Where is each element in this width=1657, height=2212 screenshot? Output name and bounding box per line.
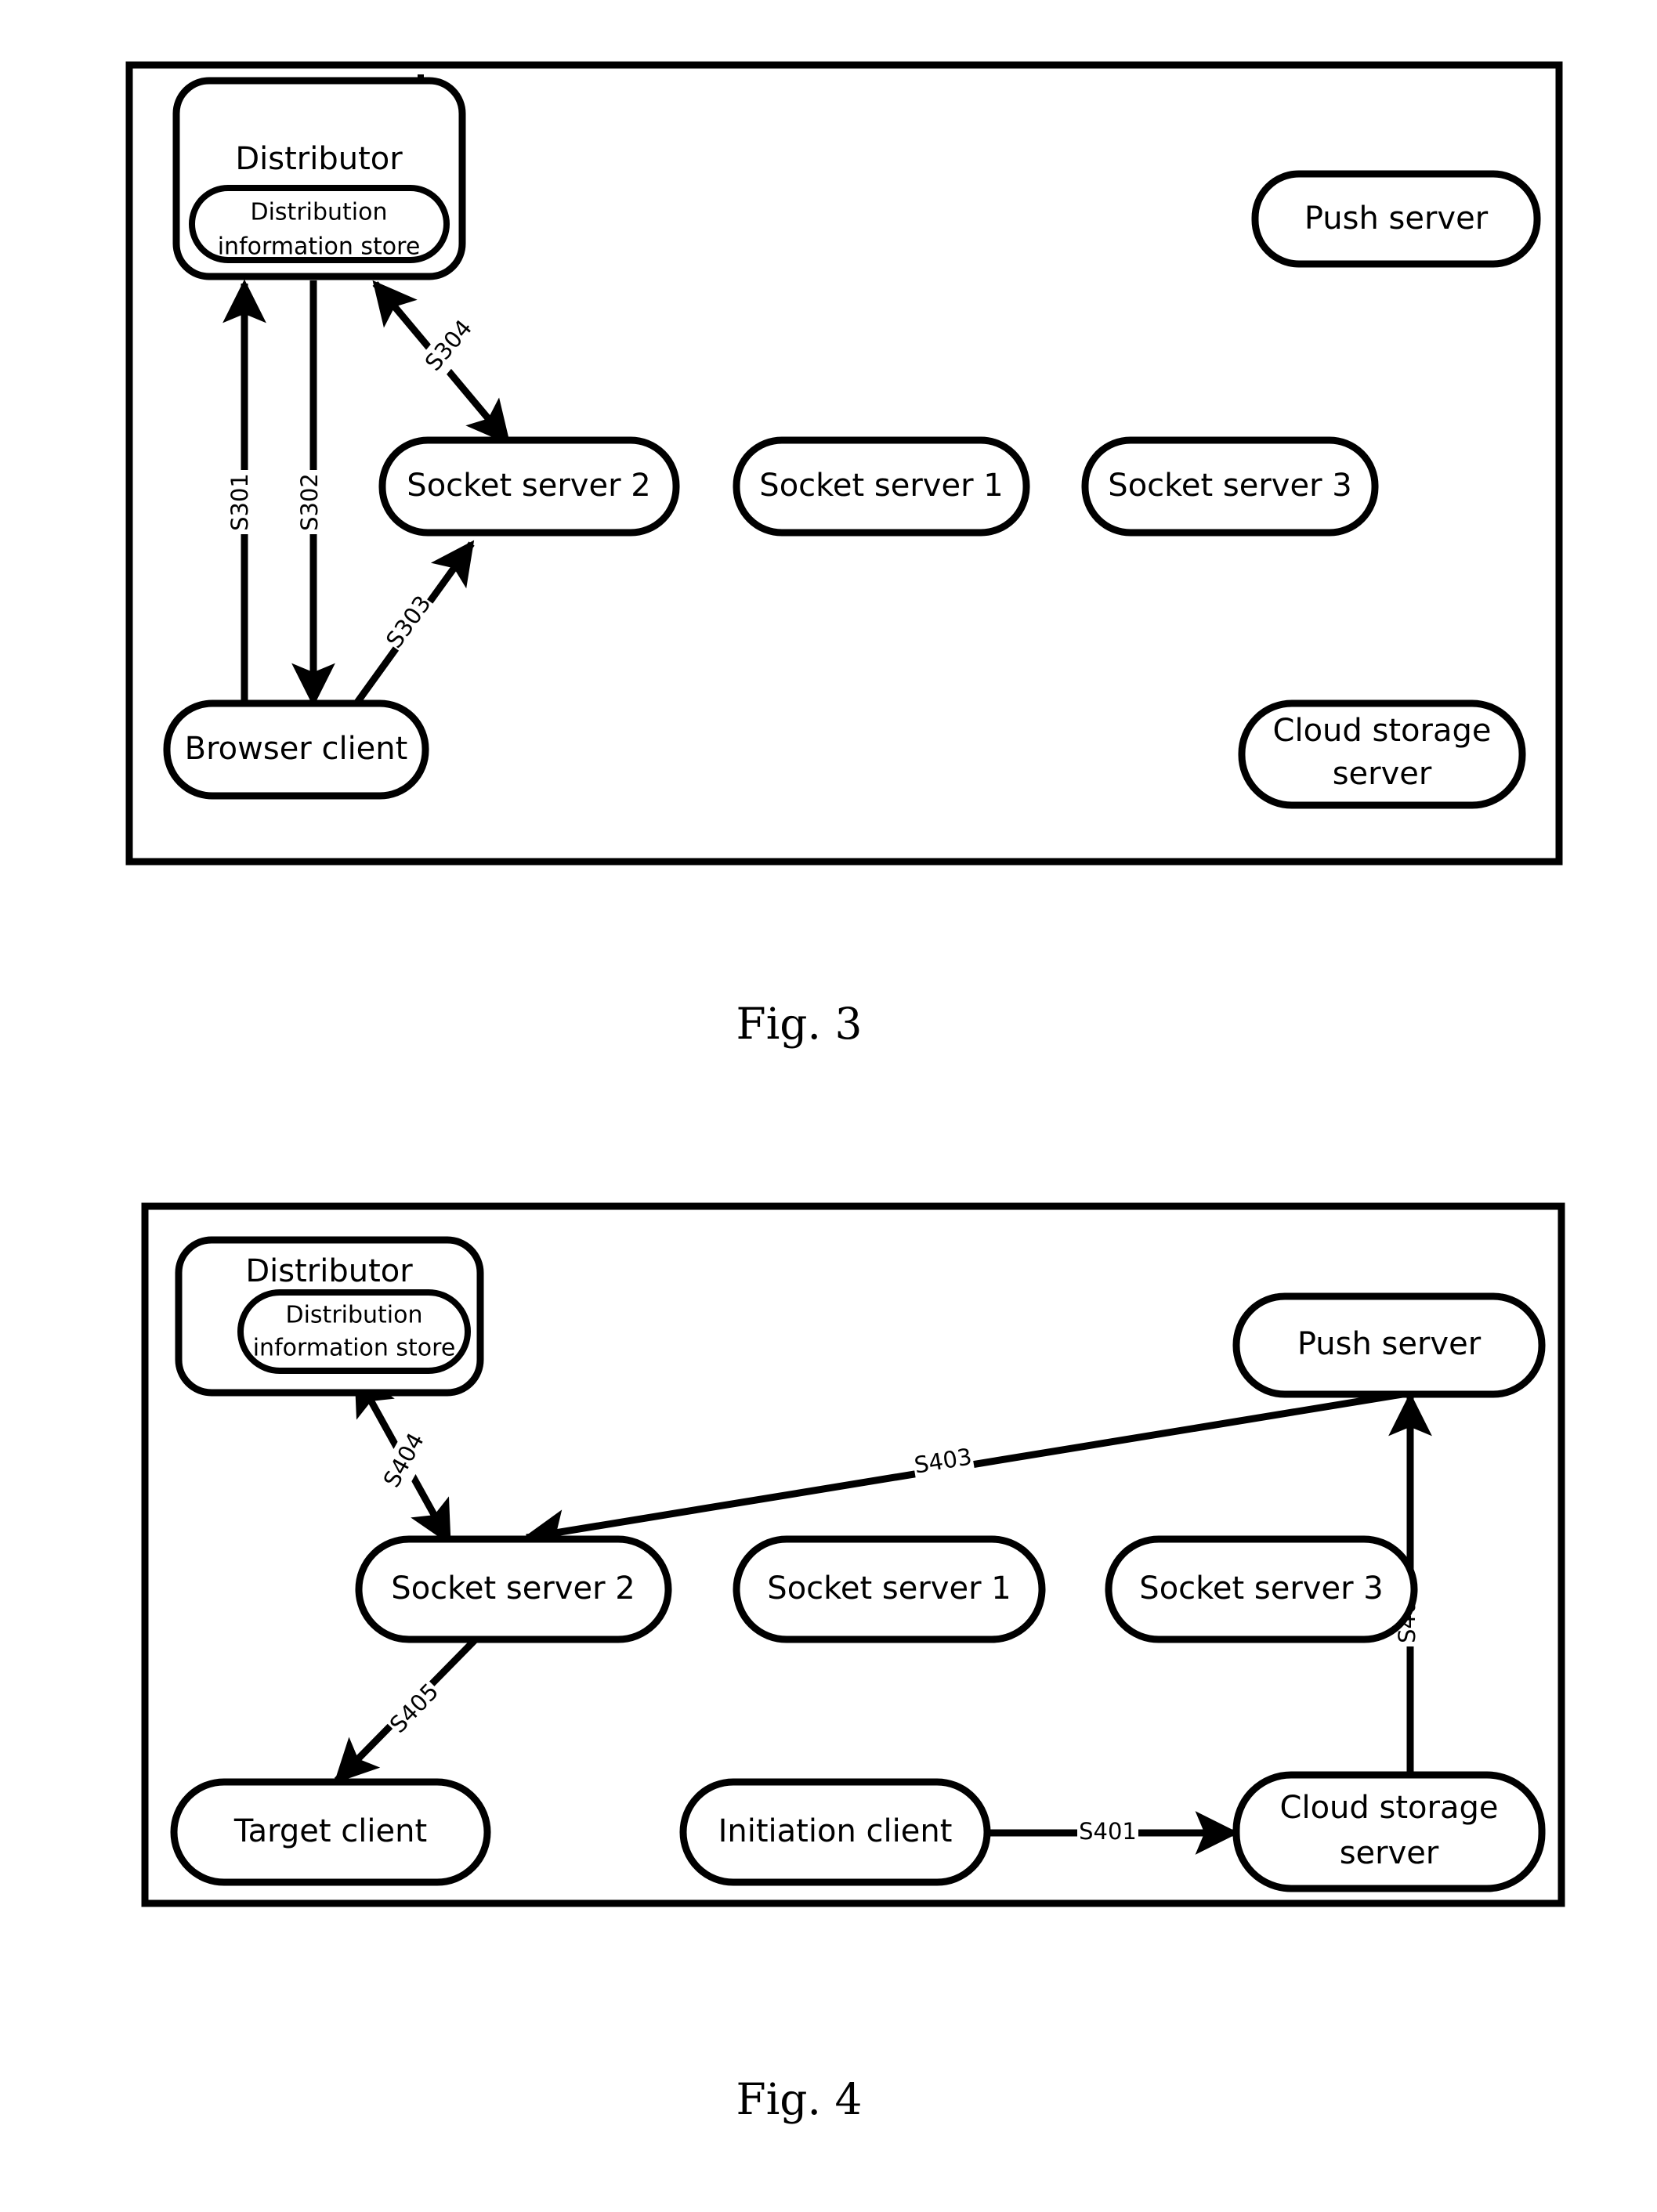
fig3-node-cloud-storage-server[interactable]: Cloud storage server [1238,699,1526,809]
fig4-node-target-client[interactable]: Target client [170,1778,491,1886]
fig3-distribution-information-store-label-line1: Distribution [250,199,387,226]
fig3-node-browser-client[interactable]: Browser client [163,699,429,800]
figure-3: S305 S301 S302 S303 [125,61,1563,866]
fig3-flow-s303: S303 [353,540,475,706]
fig3-node-socket-server-3[interactable]: Socket server 3 [1081,436,1379,537]
fig4-flow-s403: S403 [522,1390,1403,1553]
fig3-node-socket-server-2[interactable]: Socket server 2 [378,436,680,537]
fig3-socket-server-2-label: Socket server 2 [407,468,650,504]
fig3-distributor-label: Distributor [235,141,403,177]
fig3-flow-s304: S304 [372,280,511,446]
fig4-socket-server-1-label: Socket server 1 [767,1570,1011,1607]
fig3-node-push-server[interactable]: Push server [1251,170,1541,268]
fig4-target-client-label: Target client [233,1813,427,1849]
fig4-cloud-storage-server-label-line1: Cloud storage [1280,1790,1499,1826]
fig3-node-distribution-information-store[interactable]: Distribution information store [189,185,450,263]
fig3-socket-server-1-label: Socket server 1 [759,468,1003,504]
fig4-node-push-server[interactable]: Push server [1232,1292,1546,1398]
fig4-socket-server-2-label: Socket server 2 [391,1570,635,1607]
fig3-push-server-label: Push server [1304,201,1489,237]
fig4-node-distribution-information-store[interactable]: Distribution information store [237,1289,471,1374]
fig4-distribution-information-store-label-line1: Distribution [285,1302,422,1329]
fig4-cloud-storage-server-label-line2: server [1340,1835,1439,1871]
fig3-caption: Fig. 3 [736,999,863,1049]
fig4-node-socket-server-3[interactable]: Socket server 3 [1105,1535,1418,1643]
fig4-distribution-information-store-label-line2: information store [253,1335,456,1362]
fig4-node-socket-server-2[interactable]: Socket server 2 [355,1535,672,1643]
fig4-caption: Fig. 4 [736,2074,863,2124]
fig4-socket-server-3-label: Socket server 3 [1139,1570,1383,1607]
fig4-distributor-label: Distributor [245,1253,413,1289]
fig4-initiation-client-label: Initiation client [718,1813,953,1849]
fig4-flow-s405: S405 [334,1636,479,1784]
fig3-node-socket-server-1[interactable]: Socket server 1 [733,436,1030,537]
fig3-socket-server-3-label: Socket server 3 [1108,468,1351,504]
fig3-browser-client-label: Browser client [185,731,408,767]
fig3-flow-s301: S301 [223,279,266,703]
fig3-s302-label: S302 [296,473,323,531]
fig4-push-server-label: Push server [1297,1326,1482,1362]
patent-figure-sheet: S305 S301 S302 S303 [0,0,1657,2212]
diagram-canvas: S305 S301 S302 S303 [125,61,1565,2124]
fig4-flow-s401: S401 [986,1811,1239,1855]
fig3-distribution-information-store-label-line2: information store [218,233,421,261]
fig4-node-cloud-storage-server[interactable]: Cloud storage server [1232,1771,1546,1892]
fig3-s301-label: S301 [226,473,253,531]
fig3-cloud-storage-server-label-line2: server [1333,756,1432,792]
fig4-s401-label: S401 [1079,1818,1137,1845]
fig3-cloud-storage-server-label-line1: Cloud storage [1273,713,1492,749]
fig4-node-initiation-client[interactable]: Initiation client [679,1778,991,1886]
figure-4: S403 S402 S404 S405 [141,1202,1565,1907]
fig4-node-socket-server-1[interactable]: Socket server 1 [733,1535,1046,1643]
fig3-flow-s302: S302 [291,280,335,707]
fig4-flow-s404: S404 [353,1371,452,1545]
